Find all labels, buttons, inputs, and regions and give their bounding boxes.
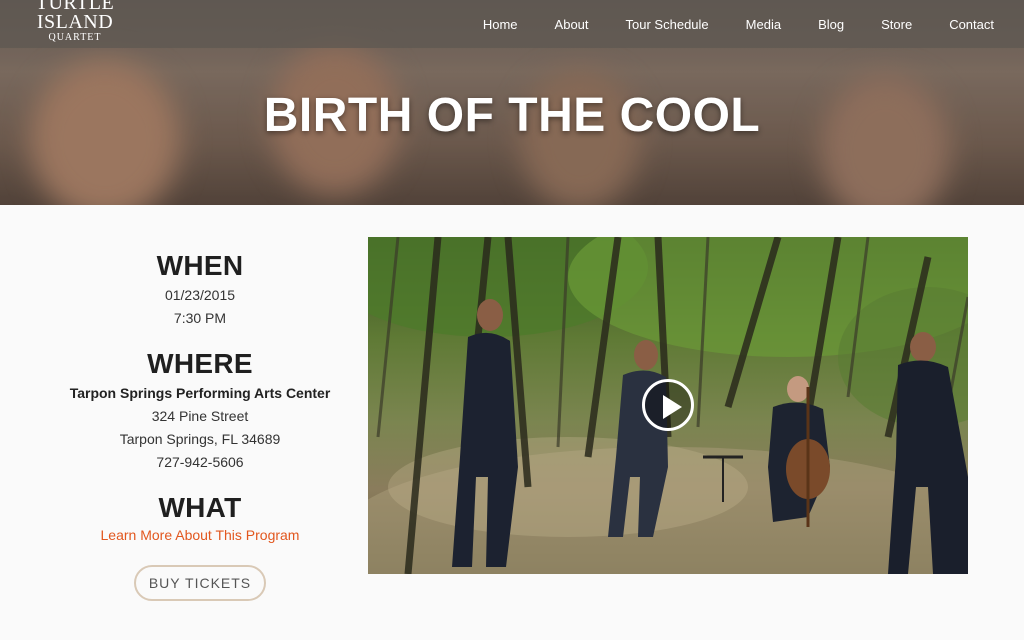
page-title: BIRTH OF THE COOL [263, 89, 761, 142]
nav-item-contact[interactable]: Contact [949, 17, 994, 32]
learn-more-link[interactable]: Learn More About This Program [101, 527, 300, 543]
nav-item-about[interactable]: About [555, 17, 589, 32]
venue-name: Tarpon Springs Performing Arts Center [69, 385, 331, 401]
nav-item-blog[interactable]: Blog [818, 17, 844, 32]
site-header: TURTLE ISLAND QUARTET Home About Tour Sc… [0, 0, 1024, 48]
nav-item-media[interactable]: Media [746, 17, 781, 32]
site-logo[interactable]: TURTLE ISLAND QUARTET [30, 0, 120, 50]
play-icon[interactable] [642, 379, 694, 431]
venue-street: 324 Pine Street [151, 408, 249, 424]
nav-item-home[interactable]: Home [483, 17, 518, 32]
event-date: 01/23/2015 [164, 287, 236, 303]
logo-line-3: QUARTET [48, 32, 102, 43]
when-heading: WHEN [156, 250, 244, 281]
event-info: WHEN 01/23/2015 7:30 PM WHERE Tarpon Spr… [40, 250, 360, 601]
venue-phone: 727-942-5606 [156, 454, 244, 470]
nav-item-tour-schedule[interactable]: Tour Schedule [626, 17, 709, 32]
buy-tickets-button[interactable]: BUY TICKETS [134, 565, 266, 601]
event-time: 7:30 PM [173, 310, 227, 326]
logo-line-2: ISLAND [36, 11, 114, 33]
nav-item-store[interactable]: Store [881, 17, 912, 32]
video-player[interactable] [368, 237, 968, 574]
main-nav: Home About Tour Schedule Media Blog Stor… [446, 0, 1024, 48]
page: BIRTH OF THE COOL TURTLE ISLAND QUARTET … [0, 0, 1024, 640]
where-heading: WHERE [147, 348, 253, 379]
what-heading: WHAT [158, 492, 242, 523]
venue-city: Tarpon Springs, FL 34689 [119, 431, 281, 447]
